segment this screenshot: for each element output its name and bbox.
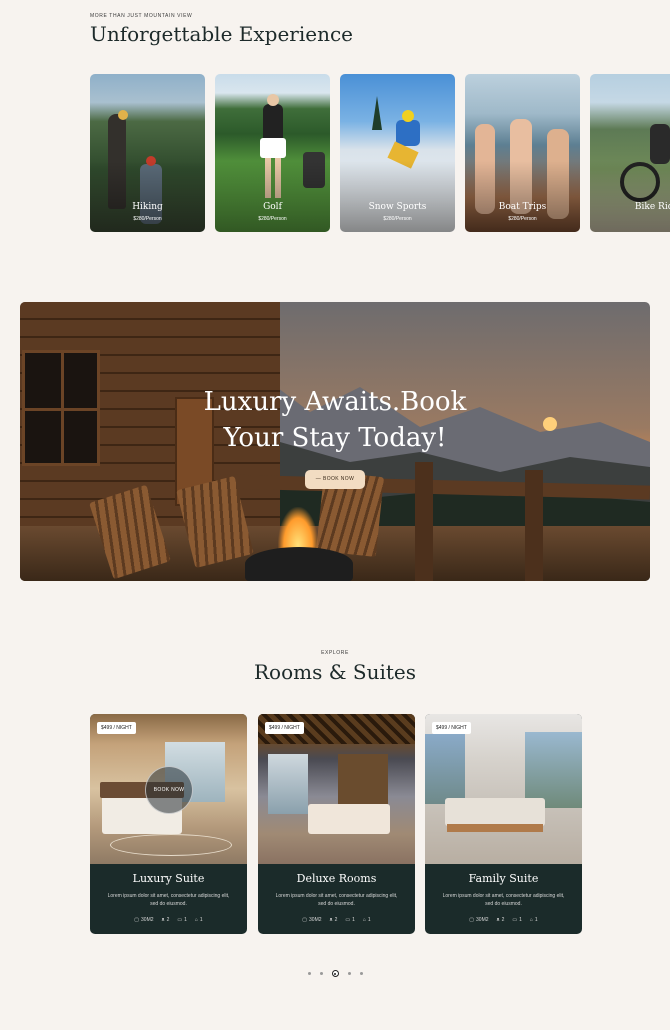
experience-card-hiking[interactable]: Hiking $280/Person	[90, 74, 205, 232]
carousel-dot-active[interactable]	[331, 970, 339, 977]
baths-amenity: ⌂ 1	[530, 917, 538, 923]
experience-card-boat-trips[interactable]: Boat Trips $280/Person	[465, 74, 580, 232]
bed-icon: ▭	[512, 917, 518, 923]
guests-icon: ᴥ	[496, 917, 500, 923]
beds-value: 1	[352, 917, 355, 923]
price-badge: $499 / NIGHT	[265, 722, 304, 734]
experience-price: $280/Person	[383, 216, 412, 222]
carousel-dot[interactable]	[347, 972, 351, 975]
guests-amenity: ᴥ2	[497, 917, 505, 923]
beds-value: 1	[519, 917, 522, 923]
area-value: 30M2	[309, 917, 322, 923]
rooms-eyebrow: EXPLORE	[321, 650, 349, 656]
room-amenities: ▢ 30M2 ᴥ2 ▭ 1 ⌂ 1	[425, 917, 582, 923]
bed-icon: ▭	[177, 917, 183, 923]
guests-value: 2	[501, 917, 505, 923]
beds-value: 1	[184, 917, 187, 923]
hero-title: Luxury Awaits.Book Your Stay Today!	[0, 384, 670, 456]
room-amenities: ▢ 30M2 ᴥ2 ▭ 1 ⌂ 1	[90, 917, 247, 923]
area-icon: ▢	[302, 917, 308, 923]
area-amenity: ▢ 30M2	[134, 917, 153, 923]
room-amenities: ▢ 30M2 ᴥ2 ▭ 1 ⌂ 1	[258, 917, 415, 923]
carousel-dot[interactable]	[307, 972, 311, 975]
carousel-dot[interactable]	[359, 972, 363, 975]
hero-title-line2: Your Stay Today!	[223, 423, 447, 453]
rooms-title: Rooms & Suites	[253, 660, 416, 684]
room-name: Luxury Suite	[132, 872, 205, 885]
baths-amenity: ⌂ 1	[195, 917, 203, 923]
room-name: Deluxe Rooms	[296, 872, 377, 885]
room-description: Lorem ipsum dolor sit amet, consectetur …	[107, 893, 230, 907]
baths-value: 1	[534, 917, 538, 923]
beds-amenity: ▭ 1	[512, 917, 522, 923]
guests-amenity: ᴥ2	[162, 917, 170, 923]
area-amenity: ▢ 30M2	[469, 917, 488, 923]
experience-title: Unforgettable Experience	[90, 22, 353, 46]
bath-icon: ⌂	[529, 917, 533, 923]
baths-value: 1	[199, 917, 203, 923]
area-amenity: ▢ 30M2	[302, 917, 321, 923]
room-card-family-suite[interactable]: $499 / NIGHT Family Suite Lorem ipsum do…	[425, 714, 582, 934]
room-photo	[258, 714, 415, 864]
baths-value: 1	[367, 917, 371, 923]
bed-icon: ▭	[345, 917, 351, 923]
area-value: 30M2	[476, 917, 489, 923]
experience-price: $280/Person	[508, 216, 537, 222]
guests-icon: ᴥ	[161, 917, 165, 923]
experience-card-golf[interactable]: Golf $280/Person	[215, 74, 330, 232]
area-icon: ▢	[469, 917, 475, 923]
book-now-button[interactable]: — BOOK NOW	[305, 470, 365, 489]
experience-name: Bike Rider	[634, 202, 670, 212]
room-photo	[425, 714, 582, 864]
guests-value: 2	[334, 917, 338, 923]
room-description: Lorem ipsum dolor sit amet, consectetur …	[442, 893, 565, 907]
beds-amenity: ▭ 1	[177, 917, 187, 923]
guests-amenity: ᴥ2	[330, 917, 338, 923]
experience-card-bike-rider[interactable]: Bike Rider	[590, 74, 670, 232]
book-now-circle-button[interactable]: BOOK NOW	[145, 766, 193, 814]
room-card-luxury-suite[interactable]: $499 / NIGHT Luxury Suite Lorem ipsum do…	[90, 714, 247, 934]
beds-amenity: ▭ 1	[345, 917, 355, 923]
price-badge: $499 / NIGHT	[432, 722, 471, 734]
experience-name: Golf	[263, 202, 282, 212]
bath-icon: ⌂	[194, 917, 198, 923]
area-value: 30M2	[141, 917, 154, 923]
carousel-dot[interactable]	[319, 972, 323, 975]
area-icon: ▢	[134, 917, 140, 923]
experience-name: Hiking	[132, 202, 163, 212]
hero-title-line1: Luxury Awaits.Book	[203, 387, 467, 417]
guests-value: 2	[166, 917, 170, 923]
experience-price: $280/Person	[133, 216, 162, 222]
carousel-pagination	[0, 970, 670, 977]
room-card-deluxe-rooms[interactable]: $499 / NIGHT Deluxe Rooms Lorem ipsum do…	[258, 714, 415, 934]
price-badge: $499 / NIGHT	[97, 722, 136, 734]
experience-name: Snow Sports	[368, 202, 427, 212]
experience-name: Boat Trips	[498, 202, 547, 212]
guests-icon: ᴥ	[329, 917, 333, 923]
experience-card-snow-sports[interactable]: Snow Sports $280/Person	[340, 74, 455, 232]
baths-amenity: ⌂ 1	[363, 917, 371, 923]
bath-icon: ⌂	[362, 917, 366, 923]
experience-price: $280/Person	[258, 216, 287, 222]
room-description: Lorem ipsum dolor sit amet, consectetur …	[275, 893, 398, 907]
experience-eyebrow: MORE THAN JUST MOUNTAIN VIEW	[90, 13, 193, 19]
room-name: Family Suite	[468, 872, 539, 885]
